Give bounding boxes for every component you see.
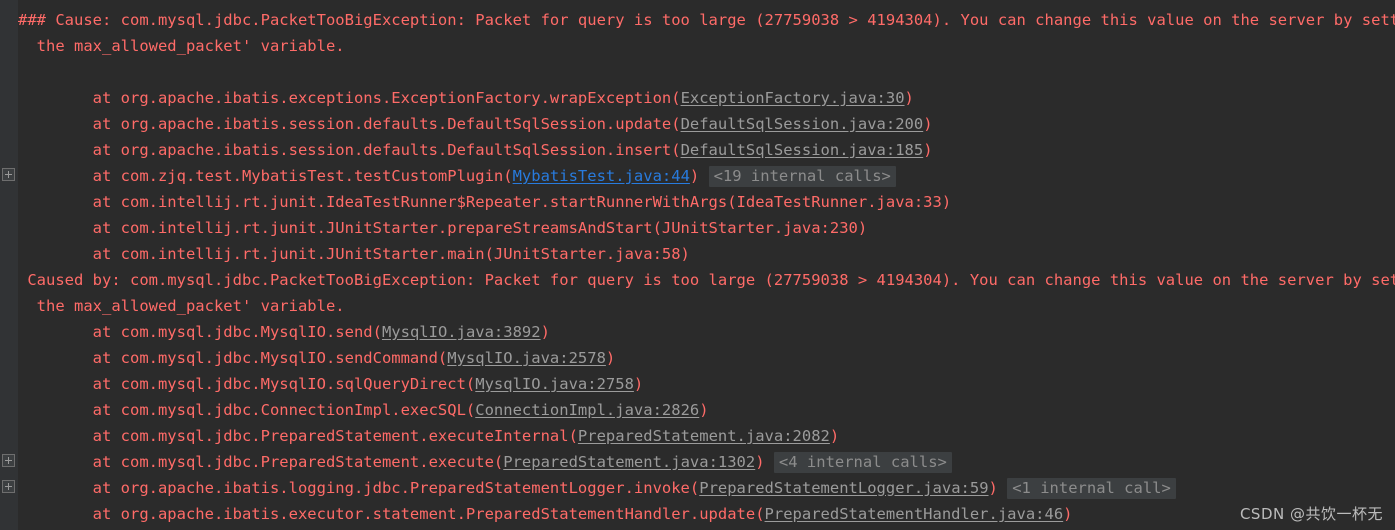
- source-link-project[interactable]: MybatisTest.java:44: [513, 167, 690, 185]
- stack-trace-text: at org.apache.ibatis.logging.jdbc.Prepar…: [18, 479, 700, 497]
- stack-trace-line: at com.mysql.jdbc.ConnectionImpl.execSQL…: [0, 397, 1395, 423]
- source-link[interactable]: MysqlIO.java:3892: [382, 323, 541, 341]
- source-link[interactable]: PreparedStatementHandler.java:46: [765, 505, 1064, 523]
- stack-trace-text: at com.intellij.rt.junit.JUnitStarter.ma…: [18, 245, 690, 263]
- stack-trace-line: at org.apache.ibatis.exceptions.Exceptio…: [0, 85, 1395, 111]
- stack-trace-text: ): [540, 323, 550, 341]
- stack-trace-text: ): [605, 349, 616, 367]
- stack-trace-text: the max_allowed_packet' variable.: [18, 297, 345, 315]
- stack-trace-text: ): [988, 479, 1008, 497]
- stack-trace-text: at org.apache.ibatis.executor.statement.…: [18, 505, 765, 523]
- expand-frames-icon[interactable]: [2, 480, 15, 493]
- stack-trace-line: at org.apache.ibatis.executor.statement.…: [0, 501, 1395, 527]
- source-link[interactable]: PreparedStatementLogger.java:59: [699, 479, 988, 497]
- internal-calls-badge[interactable]: <4 internal calls>: [773, 452, 952, 473]
- stack-trace-text: ): [904, 89, 914, 107]
- stack-trace-line: the max_allowed_packet' variable.: [0, 293, 1395, 319]
- source-link[interactable]: PreparedStatement.java:1302: [503, 453, 755, 471]
- stack-trace-text: the max_allowed_packet' variable.: [18, 37, 345, 55]
- source-link[interactable]: MysqlIO.java:2578: [447, 349, 606, 367]
- stack-trace-text: ): [923, 141, 933, 159]
- stack-trace-line: at org.apache.ibatis.logging.jdbc.Prepar…: [0, 475, 1395, 501]
- stack-trace-line: at com.intellij.rt.junit.JUnitStarter.ma…: [0, 241, 1395, 267]
- stack-trace-line: at com.intellij.rt.junit.IdeaTestRunner$…: [0, 189, 1395, 215]
- stack-trace-line: at com.mysql.jdbc.PreparedStatement.exec…: [0, 449, 1395, 475]
- source-link[interactable]: PreparedStatement.java:2082: [578, 427, 830, 445]
- stack-trace-line: at org.apache.ibatis.session.defaults.De…: [0, 137, 1395, 163]
- stack-trace-text: at com.mysql.jdbc.PreparedStatement.exec…: [18, 453, 504, 471]
- stack-trace-lines: ### Cause: com.mysql.jdbc.PacketTooBigEx…: [0, 0, 1395, 527]
- stack-trace-text: Caused by: com.mysql.jdbc.PacketTooBigEx…: [18, 271, 1395, 289]
- stack-trace-line: [0, 59, 1395, 85]
- source-link[interactable]: MysqlIO.java:2758: [475, 375, 634, 393]
- stack-trace-line: at com.mysql.jdbc.MysqlIO.send(MysqlIO.j…: [0, 319, 1395, 345]
- stack-trace-text: [18, 63, 27, 81]
- stack-trace-line: at com.mysql.jdbc.MysqlIO.sendCommand(My…: [0, 345, 1395, 371]
- stack-trace-text: at org.apache.ibatis.session.defaults.De…: [18, 115, 681, 133]
- internal-calls-badge[interactable]: <19 internal calls>: [708, 166, 896, 187]
- stack-trace-line: the max_allowed_packet' variable.: [0, 33, 1395, 59]
- expand-frames-icon[interactable]: [2, 454, 15, 467]
- stack-trace-line: at com.mysql.jdbc.MysqlIO.sqlQueryDirect…: [0, 371, 1395, 397]
- stack-trace-line: at org.apache.ibatis.session.defaults.De…: [0, 111, 1395, 137]
- source-link[interactable]: ExceptionFactory.java:30: [681, 89, 905, 107]
- stack-trace-text: at com.mysql.jdbc.ConnectionImpl.execSQL…: [18, 401, 476, 419]
- stack-trace-text: at com.mysql.jdbc.MysqlIO.sqlQueryDirect…: [18, 375, 476, 393]
- source-link[interactable]: DefaultSqlSession.java:185: [681, 141, 924, 159]
- stack-trace-text: ): [689, 167, 709, 185]
- stack-trace-line: at com.intellij.rt.junit.JUnitStarter.pr…: [0, 215, 1395, 241]
- stack-trace-text: at com.intellij.rt.junit.JUnitStarter.pr…: [18, 219, 868, 237]
- stack-trace-line: Caused by: com.mysql.jdbc.PacketTooBigEx…: [0, 267, 1395, 293]
- internal-calls-badge[interactable]: <1 internal call>: [1007, 478, 1176, 499]
- stack-trace-text: ): [755, 453, 774, 471]
- stack-trace-line: at com.zjq.test.MybatisTest.testCustomPl…: [0, 163, 1395, 189]
- stack-trace-text: ): [1063, 505, 1073, 523]
- expand-frames-icon[interactable]: [2, 168, 15, 181]
- stack-trace-text: at org.apache.ibatis.exceptions.Exceptio…: [18, 89, 681, 107]
- stack-trace-text: ): [829, 427, 840, 445]
- stack-trace-text: at com.mysql.jdbc.MysqlIO.send(: [18, 323, 382, 341]
- stack-trace-text: ### Cause: com.mysql.jdbc.PacketTooBigEx…: [18, 11, 1395, 29]
- stack-trace-text: at org.apache.ibatis.session.defaults.De…: [18, 141, 681, 159]
- csdn-watermark: CSDN @共饮一杯无: [1239, 505, 1383, 523]
- source-link[interactable]: DefaultSqlSession.java:200: [681, 115, 924, 133]
- stack-trace-text: ): [699, 401, 709, 419]
- stack-trace-text: ): [923, 115, 933, 133]
- stack-trace-text: at com.zjq.test.MybatisTest.testCustomPl…: [18, 167, 513, 185]
- stack-trace-text: ): [633, 375, 644, 393]
- stack-trace-text: at com.intellij.rt.junit.IdeaTestRunner$…: [18, 193, 952, 211]
- stack-trace-text: at com.mysql.jdbc.MysqlIO.sendCommand(: [18, 349, 448, 367]
- stack-trace-line: at com.mysql.jdbc.PreparedStatement.exec…: [0, 423, 1395, 449]
- stack-trace-line: ### Cause: com.mysql.jdbc.PacketTooBigEx…: [0, 7, 1395, 33]
- stack-trace-text: at com.mysql.jdbc.PreparedStatement.exec…: [18, 427, 578, 445]
- console-output-panel[interactable]: ### Cause: com.mysql.jdbc.PacketTooBigEx…: [0, 0, 1395, 530]
- source-link[interactable]: ConnectionImpl.java:2826: [475, 401, 699, 419]
